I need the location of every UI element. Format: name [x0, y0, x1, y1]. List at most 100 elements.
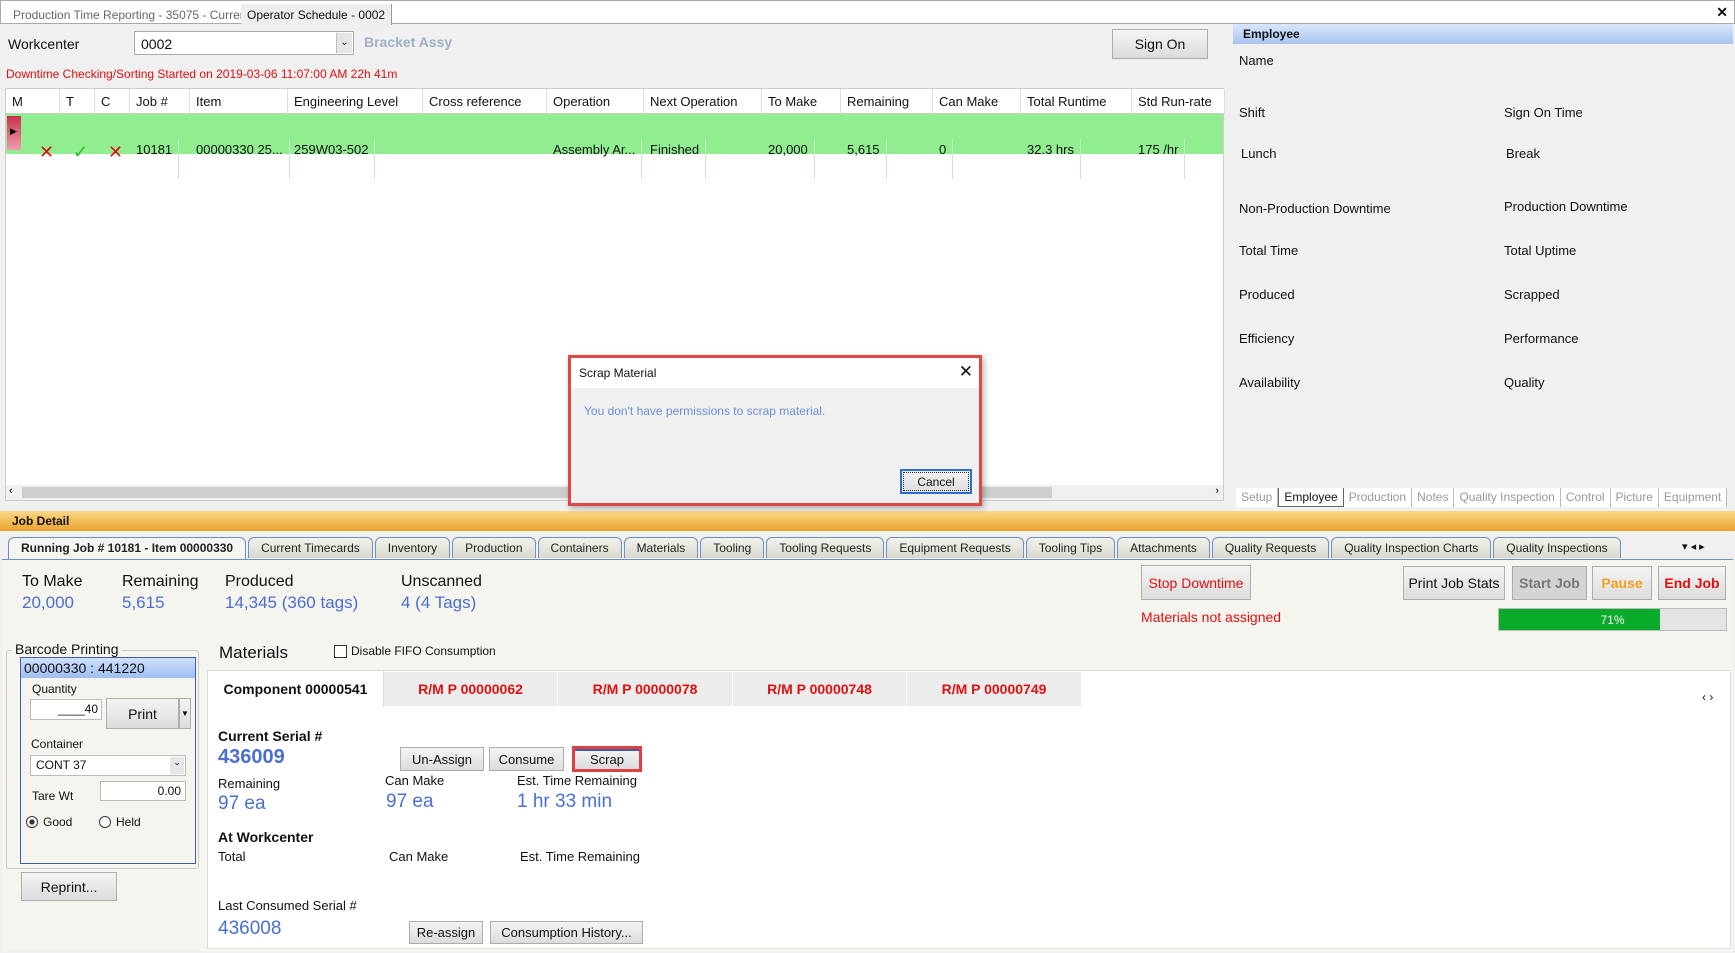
tab-employee[interactable]: Employee	[1278, 488, 1344, 507]
tab-component[interactable]: Component 00000541	[207, 670, 384, 707]
print-dropdown-icon[interactable]: ▼	[179, 698, 191, 729]
col-total-runtime[interactable]: Total Runtime	[1021, 89, 1132, 114]
tab-current-timecards[interactable]: Current Timecards	[248, 537, 373, 558]
employee-panel: Employee Name Shift Sign On Time Lunch B…	[1233, 24, 1735, 508]
col-operation[interactable]: Operation	[547, 89, 644, 114]
cell-std-run-rate: 175 /hr	[1132, 139, 1186, 179]
tab-rm-00000748[interactable]: R/M P 00000748	[733, 672, 907, 706]
tab-setup[interactable]: Setup	[1236, 488, 1279, 507]
close-icon[interactable]: ✕	[1716, 4, 1728, 21]
cell-total-runtime: 32.3 hrs	[1021, 139, 1081, 179]
scroll-right-icon[interactable]: ›	[1215, 485, 1219, 497]
tab-quality-inspection[interactable]: Quality Inspection	[1454, 488, 1561, 507]
reassign-button[interactable]: Re-assign	[409, 921, 483, 944]
cell-item: 00000330 25...	[190, 139, 290, 179]
quantity-input[interactable]: ____40	[30, 699, 102, 720]
unscanned-label: Unscanned	[401, 573, 482, 590]
tab-production-time-reporting[interactable]: Production Time Reporting - 35075 - Curr…	[7, 4, 256, 25]
tab-running-job[interactable]: Running Job # 10181 - Item 00000330	[8, 537, 247, 560]
tab-operator-schedule[interactable]: Operator Schedule - 0002	[241, 4, 393, 25]
remaining-label: Remaining	[122, 573, 199, 590]
tab-equipment-requests[interactable]: Equipment Requests	[886, 537, 1024, 558]
tab-quality-inspection-charts[interactable]: Quality Inspection Charts	[1331, 537, 1492, 558]
table-row[interactable]: ▶ ✕ ✓ ✕ 10181 00000330 25... 259W03-502 …	[6, 114, 1223, 179]
scrapped-label: Scrapped	[1504, 287, 1560, 302]
reprint-button[interactable]: Reprint...	[21, 872, 117, 901]
break-label: Break	[1506, 146, 1540, 161]
at-workcenter-label: At Workcenter	[218, 829, 314, 845]
tab-equipment[interactable]: Equipment	[1659, 488, 1728, 507]
stop-downtime-button[interactable]: Stop Downtime	[1141, 565, 1251, 600]
efficiency-label: Efficiency	[1239, 331, 1295, 346]
tab-containers[interactable]: Containers	[537, 537, 622, 558]
row-selector-icon[interactable]: ▶	[7, 116, 21, 150]
tab-tooling-requests[interactable]: Tooling Requests	[766, 537, 885, 558]
barcode-selected-item[interactable]: 00000330 : 441220	[21, 658, 195, 678]
col-c[interactable]: C	[95, 89, 130, 114]
cell-can-make: 0	[933, 139, 954, 179]
sign-on-button[interactable]: Sign On	[1112, 29, 1208, 59]
current-serial-label: Current Serial #	[218, 728, 323, 744]
col-std-run-rate[interactable]: Std Run-rate	[1132, 89, 1225, 114]
total-uptime-label: Total Uptime	[1504, 243, 1577, 258]
to-make-value: 20,000	[22, 593, 74, 612]
est-time-label: Est. Time Remaining	[517, 773, 637, 788]
tare-input[interactable]: 0.00	[100, 781, 186, 801]
tab-inventory[interactable]: Inventory	[374, 537, 451, 558]
col-to-make[interactable]: To Make	[762, 89, 841, 114]
container-value: CONT 37	[36, 758, 87, 772]
fifo-label: Disable FIFO Consumption	[351, 644, 496, 658]
col-t[interactable]: T	[60, 89, 95, 114]
tab-production[interactable]: Production	[1344, 488, 1413, 507]
chevron-down-icon[interactable]: ⌄	[170, 757, 184, 774]
col-remaining[interactable]: Remaining	[841, 89, 933, 114]
consumption-history-button[interactable]: Consumption History...	[490, 921, 643, 944]
shift-label: Shift	[1239, 105, 1266, 120]
dialog-close-icon[interactable]: ✕	[959, 362, 973, 382]
col-next-operation[interactable]: Next Operation	[644, 89, 762, 114]
workcenter-value: 0002	[141, 36, 173, 52]
tab-rm-00000062[interactable]: R/M P 00000062	[384, 672, 558, 706]
tab-notes[interactable]: Notes	[1412, 488, 1455, 507]
workcenter-select[interactable]: 0002 ⌄	[134, 31, 354, 55]
tab-tooling-tips[interactable]: Tooling Tips	[1025, 537, 1116, 558]
tab-overflow-icon[interactable]: ▾ ◂ ▸	[1682, 540, 1705, 553]
tab-attachments[interactable]: Attachments	[1117, 537, 1210, 558]
tab-tooling[interactable]: Tooling	[700, 537, 765, 558]
tab-rm-00000078[interactable]: R/M P 00000078	[558, 672, 733, 706]
unassign-button[interactable]: Un-Assign	[400, 747, 484, 771]
start-job-button[interactable]: Start Job	[1512, 566, 1587, 600]
tab-control[interactable]: Control	[1561, 488, 1611, 507]
job-detail-tabs: Running Job # 10181 - Item 00000330 Curr…	[8, 537, 1623, 560]
fifo-checkbox[interactable]	[334, 645, 347, 658]
tab-picture[interactable]: Picture	[1611, 488, 1659, 507]
tab-quality-inspections[interactable]: Quality Inspections	[1493, 537, 1621, 558]
col-cross-ref[interactable]: Cross reference	[423, 89, 547, 114]
col-can-make[interactable]: Can Make	[933, 89, 1021, 114]
chevron-down-icon[interactable]: ⌄	[336, 33, 352, 53]
col-job[interactable]: Job #	[130, 89, 190, 114]
col-item[interactable]: Item	[190, 89, 288, 114]
est-time-value: 1 hr 33 min	[517, 791, 613, 812]
scrap-button[interactable]: Scrap	[572, 746, 642, 772]
non-production-downtime-label: Non-Production Downtime	[1239, 201, 1391, 216]
print-button[interactable]: Print	[106, 698, 179, 729]
end-job-button[interactable]: End Job	[1658, 566, 1726, 600]
tab-materials[interactable]: Materials	[623, 537, 699, 558]
scroll-left-icon[interactable]: ‹	[9, 485, 13, 497]
container-select[interactable]: CONT 37 ⌄	[30, 755, 186, 776]
print-job-stats-button[interactable]: Print Job Stats	[1403, 566, 1505, 600]
pause-button[interactable]: Pause	[1592, 566, 1652, 600]
consume-button[interactable]: Consume	[489, 747, 564, 771]
held-radio[interactable]	[99, 816, 111, 828]
good-radio[interactable]	[26, 816, 38, 828]
tab-rm-00000749[interactable]: R/M P 00000749	[907, 672, 1082, 706]
tab-quality-requests[interactable]: Quality Requests	[1211, 537, 1330, 558]
materials-status: Materials not assigned	[1141, 609, 1282, 625]
col-eng-level[interactable]: Engineering Level	[288, 89, 423, 114]
tab-production[interactable]: Production	[452, 537, 536, 558]
col-m[interactable]: M	[6, 89, 60, 114]
materials-tab-scroll-icon[interactable]: ‹ ›	[1702, 690, 1713, 704]
dialog-cancel-button[interactable]: Cancel	[900, 469, 972, 494]
tare-label: Tare Wt	[32, 789, 74, 803]
